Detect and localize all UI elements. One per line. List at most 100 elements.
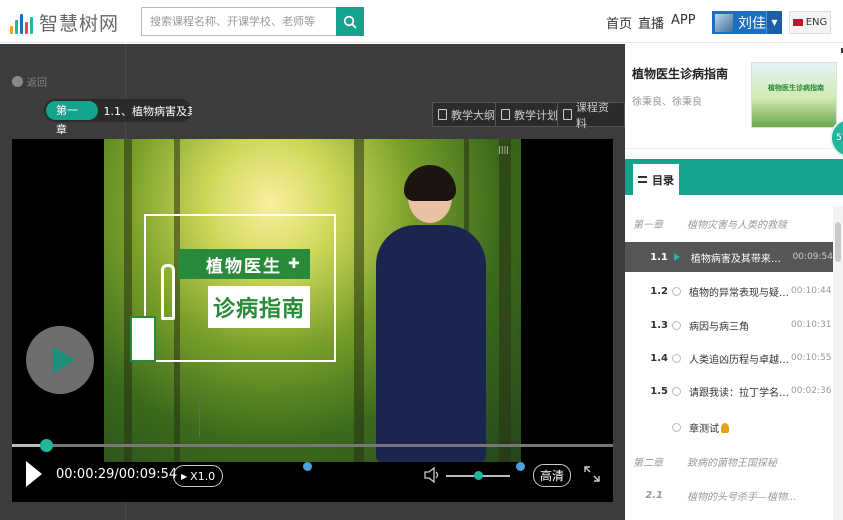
folder-icon <box>563 109 572 120</box>
microscope-icon <box>161 264 175 320</box>
lesson-name: 植物的头号杀手—植物... <box>687 491 797 503</box>
play-icon <box>53 346 75 374</box>
circle-icon <box>672 353 681 363</box>
language-label: ENG <box>805 17 828 28</box>
speed-button[interactable]: ▶ X1.0 <box>173 465 224 487</box>
progress-track[interactable] <box>12 444 613 447</box>
lesson-name: 病因与病三角 <box>689 321 749 333</box>
lesson-title: 1.1、植物病害及其带来... <box>103 104 192 118</box>
play-small-icon: ▶ <box>181 471 188 481</box>
lesson-duration: 00:02:36 <box>791 386 832 396</box>
watermark-logo: |||| <box>498 145 509 154</box>
video-player[interactable]: |||| 植物医生 ✚ 诊病指南 00:00:29/00:09:54 ▶ X1.… <box>12 139 613 502</box>
lesson-name: 植物病害及其带来的巨... <box>690 253 791 265</box>
big-play-button[interactable] <box>26 326 94 394</box>
clipboard-icon <box>130 316 156 362</box>
chapter-heading[interactable]: 第二章 致病的菌物王国探秘 <box>625 446 833 476</box>
playing-icon <box>673 253 680 261</box>
back-arrow-icon <box>12 76 23 87</box>
play-icon[interactable] <box>26 461 42 487</box>
video-title-card: 植物医生 ✚ 诊病指南 <box>130 214 336 362</box>
table-of-contents: 第一章 植物灾害与人类的救赎 1.1 植物病害及其带来的巨... 00:09:5… <box>625 206 833 520</box>
video-frame: |||| 植物医生 ✚ 诊病指南 <box>104 139 521 462</box>
nav-home[interactable]: 首页 <box>606 13 632 32</box>
calendar-icon <box>501 109 510 120</box>
chapter-title: 植物灾害与人类的救赎 <box>687 219 787 231</box>
quiz-item[interactable]: 章测试 <box>625 412 833 442</box>
chapter-tag: 第一章 <box>46 101 99 136</box>
lesson-name: 植物的异常表现与疑犯... <box>689 287 789 299</box>
fullscreen-icon[interactable] <box>583 465 601 483</box>
timeline-marker[interactable] <box>516 462 525 471</box>
side-counter-label: 57 <box>836 133 843 143</box>
volume-handle[interactable] <box>474 471 483 480</box>
list-icon <box>638 176 647 183</box>
search-icon <box>343 15 357 29</box>
user-name: 刘佳 <box>738 15 766 32</box>
current-lesson-pill: 第一章 1.1、植物病害及其带来... <box>44 99 192 136</box>
course-materials-button[interactable]: 课程资料 <box>557 101 625 130</box>
logo-bars-icon <box>10 12 35 34</box>
lesson-duration: 00:10:44 <box>791 286 832 296</box>
list-item[interactable]: 2.1 植物的头号杀手—植物... <box>625 480 833 510</box>
back-label: 返回 <box>27 78 47 89</box>
medal-icon <box>721 422 729 433</box>
logo-text: 智慧树网 <box>39 13 120 35</box>
quality-label: 高清 <box>540 469 565 483</box>
chapter-number: 第一章 <box>633 219 663 231</box>
course-materials-label: 课程资料 <box>575 100 609 130</box>
tab-catalog-label: 目录 <box>652 173 674 187</box>
nav-live[interactable]: 直播 <box>638 13 664 32</box>
site-logo[interactable]: 智慧树网 <box>10 9 119 36</box>
language-switch[interactable]: ENG <box>789 11 831 34</box>
lesson-number: 2.1 <box>645 489 663 501</box>
course-thumbnail[interactable]: 植物医生诊病指南 <box>751 62 837 128</box>
chapter-number: 第二章 <box>633 457 663 469</box>
list-item[interactable]: 1.5 请跟我读：拉丁学名和... 00:02:36 <box>625 376 833 406</box>
list-item[interactable]: 1.2 植物的异常表现与疑犯... 00:10:44 <box>625 276 833 306</box>
timeline-marker[interactable] <box>303 462 312 471</box>
lesson-duration: 00:09:54 <box>792 252 833 262</box>
scroll-thumb[interactable] <box>835 222 841 262</box>
video-title-line2: 诊病指南 <box>208 286 310 328</box>
lesson-name: 人类追凶历程与卓越贡献 <box>689 354 789 366</box>
lesson-number: 1.1 <box>650 251 668 263</box>
lesson-duration: 00:10:31 <box>791 320 832 330</box>
circle-icon <box>672 422 681 432</box>
book-icon <box>438 109 447 120</box>
uk-flag-icon <box>792 19 803 26</box>
teaching-plan-button[interactable]: 教学计划 <box>495 102 564 127</box>
presenter-figure <box>376 165 486 462</box>
search-input[interactable]: 搜索课程名称、开课学校、老师等 <box>141 7 336 36</box>
toc-tab-bar: 目录 <box>625 159 843 195</box>
lesson-number: 1.3 <box>650 319 668 331</box>
quiz-label: 章测试 <box>689 423 719 435</box>
chevron-down-icon[interactable]: ▼ <box>766 11 782 34</box>
video-controls: 00:00:29/00:09:54 ▶ X1.0 高清 <box>12 439 613 502</box>
syllabus-button[interactable]: 教学大纲 <box>432 102 501 127</box>
nav-app[interactable]: APP <box>671 13 696 28</box>
avatar <box>715 13 733 32</box>
lesson-name: 请跟我读：拉丁学名和... <box>689 387 789 399</box>
tab-catalog[interactable]: 目录 <box>633 164 679 195</box>
circle-icon <box>672 320 681 330</box>
list-item[interactable]: 1.4 人类追凶历程与卓越贡献 00:10:55 <box>625 343 833 373</box>
progress-handle[interactable] <box>39 439 53 452</box>
speed-label: X1.0 <box>190 469 216 483</box>
quality-button[interactable]: 高清 <box>533 464 572 487</box>
user-menu-button[interactable]: 刘佳 ▼ <box>712 11 782 34</box>
chapter-heading[interactable]: 第一章 植物灾害与人类的救赎 <box>625 208 833 238</box>
list-item[interactable]: 1.3 病因与病三角 00:10:31 <box>625 310 833 340</box>
back-link[interactable]: 返回 <box>12 74 47 89</box>
lesson-number: 1.5 <box>650 385 668 397</box>
search-button[interactable] <box>336 7 364 36</box>
course-title: 植物医生诊病指南 <box>632 67 729 81</box>
chapter-title: 致病的菌物王国探秘 <box>687 457 777 469</box>
circle-icon <box>672 286 681 296</box>
toc-scrollbar[interactable] <box>833 206 843 520</box>
lesson-duration: 00:10:55 <box>791 353 832 363</box>
list-item[interactable]: 1.1 植物病害及其带来的巨... 00:09:54 <box>625 242 833 272</box>
medical-cross-icon: ✚ <box>288 256 300 272</box>
volume-icon[interactable] <box>423 465 441 485</box>
course-thumb-text: 植物医生诊病指南 <box>768 84 824 92</box>
